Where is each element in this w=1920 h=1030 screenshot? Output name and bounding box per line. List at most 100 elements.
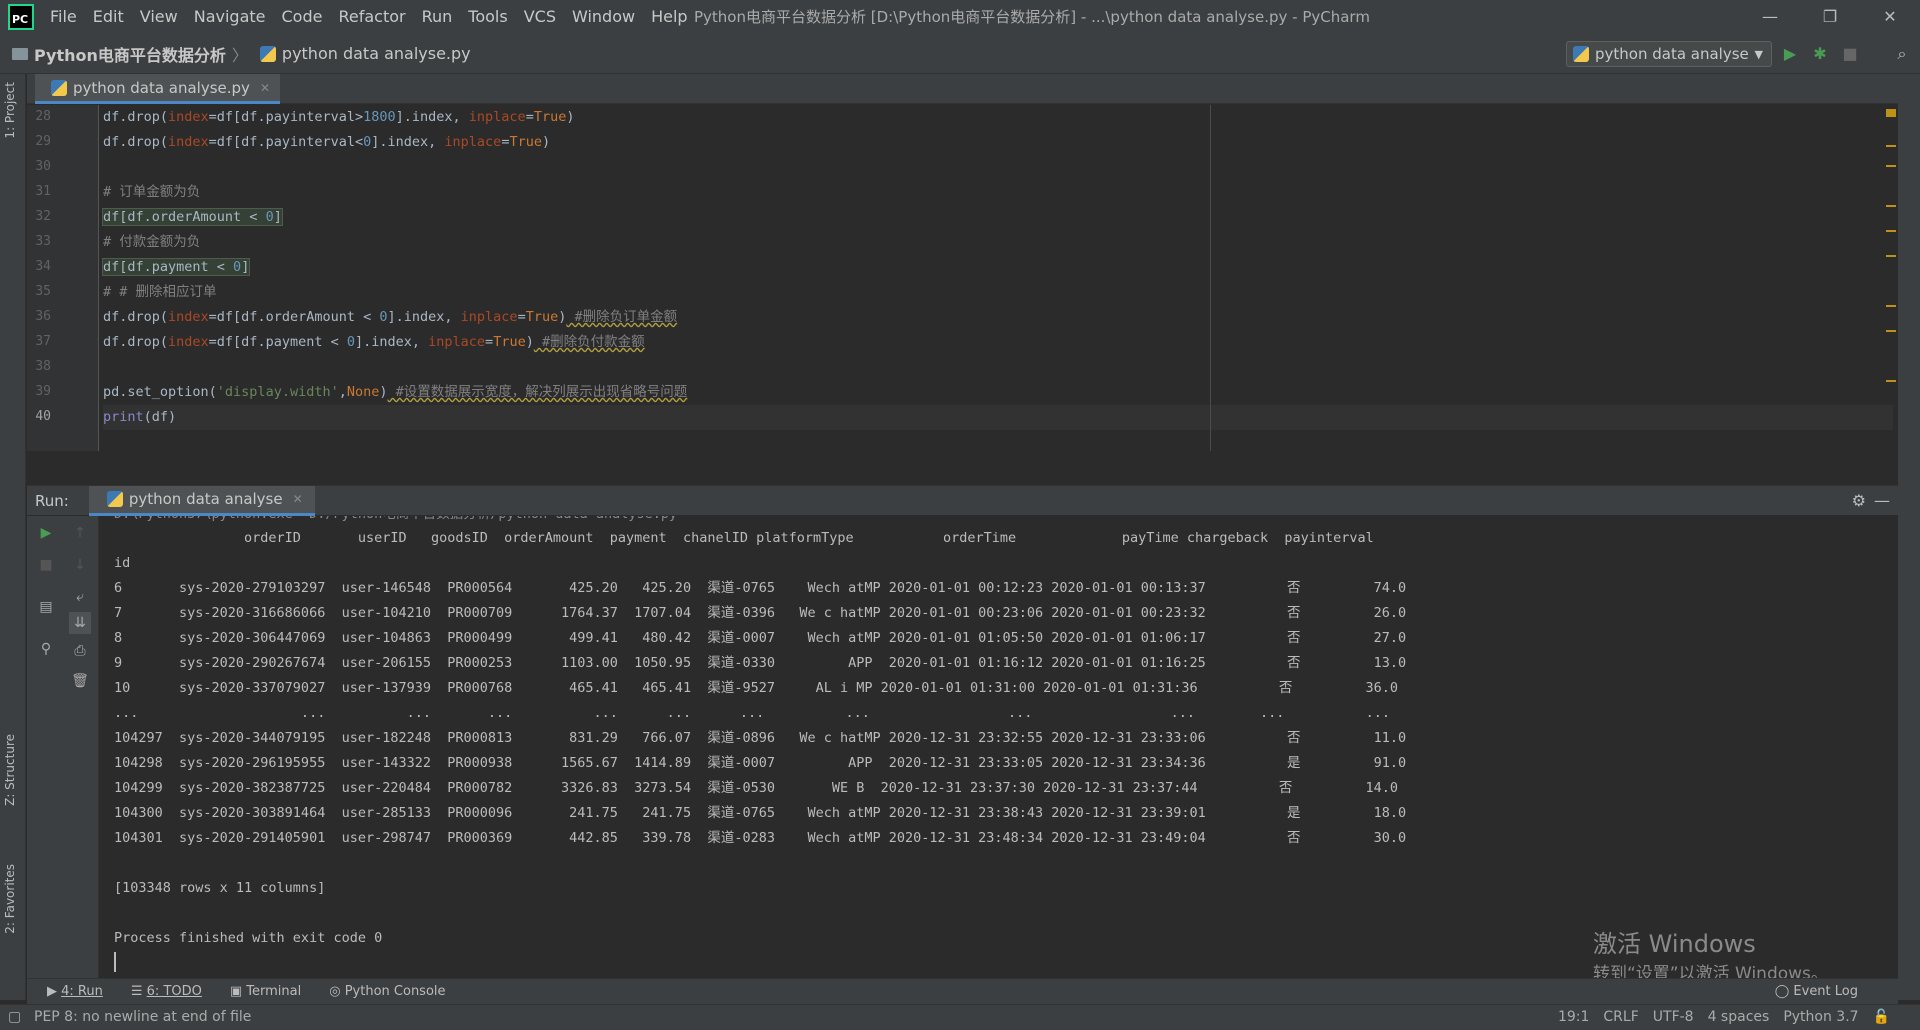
hide-panel-icon[interactable]: —	[1874, 491, 1890, 510]
play-icon: ▶	[47, 984, 62, 999]
menu-vcs[interactable]: VCS	[516, 0, 564, 34]
console-table-header: orderID userID goodsID orderAmount payme…	[114, 530, 1374, 546]
status-message: PEP 8: no newline at end of file	[34, 1009, 252, 1025]
code-line-36: df.drop(index=df[df.orderAmount < 0].ind…	[103, 309, 678, 325]
code-line-39: pd.set_option('display.width',None) #设置数…	[103, 384, 688, 400]
tool-tab-python-console[interactable]: ◎ Python Console	[321, 984, 453, 999]
rerun-icon[interactable]: ▶	[35, 522, 57, 544]
menu-file[interactable]: File	[42, 0, 85, 34]
search-icon[interactable]: ⌕	[1892, 44, 1912, 64]
line-number: 28	[35, 109, 51, 124]
soft-wrap-icon[interactable]: ⤶	[69, 586, 91, 608]
python-file-icon	[259, 45, 276, 62]
list-icon: ☰	[130, 984, 147, 999]
menu-navigate[interactable]: Navigate	[186, 0, 274, 34]
console-row: 104301 sys-2020-291405901 user-298747 PR…	[114, 830, 1407, 846]
scroll-to-end-icon[interactable]: ⇊	[69, 612, 91, 634]
restore-button[interactable]: ❐	[1800, 0, 1860, 34]
run-configuration-select[interactable]: python data analyse ▼	[1566, 41, 1772, 67]
trash-icon[interactable]: 🗑	[69, 670, 91, 692]
editor-tab-python-data-analyse[interactable]: python data analyse.py ✕	[35, 74, 281, 104]
python-config-icon	[106, 491, 123, 507]
close-run-tab-icon[interactable]: ✕	[293, 492, 303, 506]
breadcrumb-file[interactable]: python data analyse.py	[282, 44, 471, 63]
python-console-icon: ◎	[329, 984, 345, 999]
file-encoding[interactable]: UTF-8	[1653, 1009, 1694, 1025]
event-log-button[interactable]: ◯ Event Log	[1775, 984, 1858, 999]
line-number: 29	[35, 134, 51, 149]
editor-tab-label: python data analyse.py	[73, 78, 250, 97]
down-arrow-icon[interactable]: ↓	[69, 554, 91, 576]
console-row: 8 sys-2020-306447069 user-104863 PR00049…	[114, 630, 1407, 646]
tool-tab-todo[interactable]: ☰ 6: TODO	[123, 984, 210, 999]
tool-tab-run[interactable]: ▶ 4: Run	[39, 984, 111, 999]
warning-marker[interactable]	[1886, 205, 1896, 207]
right-tool-strip	[1898, 74, 1920, 1000]
gear-icon[interactable]: ⚙	[1852, 491, 1866, 510]
project-tool-button[interactable]: 1: Project	[3, 82, 17, 139]
line-number: 39	[35, 384, 51, 399]
print-icon[interactable]: ⎙	[69, 640, 91, 662]
console-row: 10 sys-2020-337079027 user-137939 PR0007…	[114, 680, 1399, 696]
menu-refactor[interactable]: Refactor	[330, 0, 413, 34]
structure-tool-button[interactable]: Z: Structure	[3, 734, 17, 806]
warning-marker[interactable]	[1886, 330, 1896, 332]
code-area[interactable]: df.drop(index=df[df.payinterval>1800].in…	[101, 105, 1893, 451]
python-config-icon	[1573, 46, 1589, 62]
run-toolbar: ▶ ↑ ■ ↓ ▤ ⤶ ⇊ ⚲ ⎙ 🗑	[27, 516, 99, 978]
event-log-icon: ◯	[1774, 984, 1794, 999]
left-tool-strip: 1: Project Z: Structure 2: Favorites	[0, 74, 26, 1000]
menu-view[interactable]: View	[132, 0, 186, 34]
error-stripe[interactable]	[1884, 105, 1898, 451]
line-number: 33	[35, 234, 51, 249]
bottom-tool-tabs: ▶ 4: Run ☰ 6: TODO ▣ Terminal ◎ Python C…	[27, 978, 1898, 1004]
breadcrumb-project[interactable]: Python电商平台数据分析	[34, 42, 226, 66]
warning-marker[interactable]	[1886, 305, 1896, 307]
menu-window[interactable]: Window	[564, 0, 643, 34]
warning-marker[interactable]	[1886, 255, 1896, 257]
window-title: Python电商平台数据分析 [D:\Python电商平台数据分析] - ...…	[694, 8, 1370, 26]
breadcrumb: Python电商平台数据分析 〉 python data analyse.py	[0, 42, 471, 66]
warning-marker[interactable]	[1886, 380, 1896, 382]
menu-tools[interactable]: Tools	[460, 0, 515, 34]
lock-icon[interactable]: 🔓	[1873, 1009, 1890, 1025]
interpreter[interactable]: Python 3.7	[1783, 1009, 1858, 1025]
warning-marker[interactable]	[1886, 145, 1896, 147]
up-arrow-icon[interactable]: ↑	[69, 522, 91, 544]
layout-icon[interactable]: ▤	[35, 596, 57, 618]
favorites-tool-button[interactable]: 2: Favorites	[3, 864, 17, 934]
pin-icon[interactable]: ⚲	[35, 638, 57, 660]
warning-marker[interactable]	[1886, 165, 1896, 167]
console-output[interactable]: D:\Python37\python.exe D:/Python电商平台数据分析…	[100, 516, 1898, 978]
line-number: 32	[35, 209, 51, 224]
debug-icon[interactable]: ✱	[1810, 44, 1830, 64]
stop-icon[interactable]: ■	[35, 554, 57, 576]
code-editor[interactable]: 28 29 30 31 32 33 34 35 36 37 38 39 40 d…	[27, 105, 1898, 451]
window-controls: — ❐ ✕	[1740, 0, 1920, 34]
stop-icon[interactable]: ■	[1840, 44, 1860, 64]
tool-tab-terminal[interactable]: ▣ Terminal	[222, 984, 309, 999]
close-window-button[interactable]: ✕	[1860, 0, 1920, 34]
menu-run[interactable]: Run	[414, 0, 461, 34]
warning-marker-icon[interactable]	[1886, 109, 1896, 117]
minimize-button[interactable]: —	[1740, 0, 1800, 34]
warning-marker[interactable]	[1886, 230, 1896, 232]
indent-setting[interactable]: 4 spaces	[1708, 1009, 1770, 1025]
menu-code[interactable]: Code	[274, 0, 331, 34]
code-line-32: df[df.orderAmount < 0]	[102, 208, 283, 226]
toggle-tool-windows-icon[interactable]: ▢	[8, 1009, 21, 1025]
line-number: 31	[35, 184, 51, 199]
code-line-28: df.drop(index=df[df.payinterval>1800].in…	[103, 109, 575, 125]
line-number: 35	[35, 284, 51, 299]
menu-edit[interactable]: Edit	[85, 0, 132, 34]
cursor-position[interactable]: 19:1	[1558, 1009, 1589, 1025]
console-summary: [103348 rows x 11 columns]	[114, 880, 326, 896]
run-icon[interactable]: ▶	[1780, 44, 1800, 64]
menu-help[interactable]: Help	[643, 0, 695, 34]
console-row: 7 sys-2020-316686066 user-104210 PR00070…	[114, 605, 1407, 621]
close-tab-icon[interactable]: ✕	[260, 81, 270, 95]
run-tab-python-data-analyse[interactable]: python data analyse ✕	[88, 485, 315, 516]
console-row: 104297 sys-2020-344079195 user-182248 PR…	[114, 730, 1407, 746]
console-cursor	[114, 952, 116, 972]
line-separator[interactable]: CRLF	[1603, 1009, 1638, 1025]
